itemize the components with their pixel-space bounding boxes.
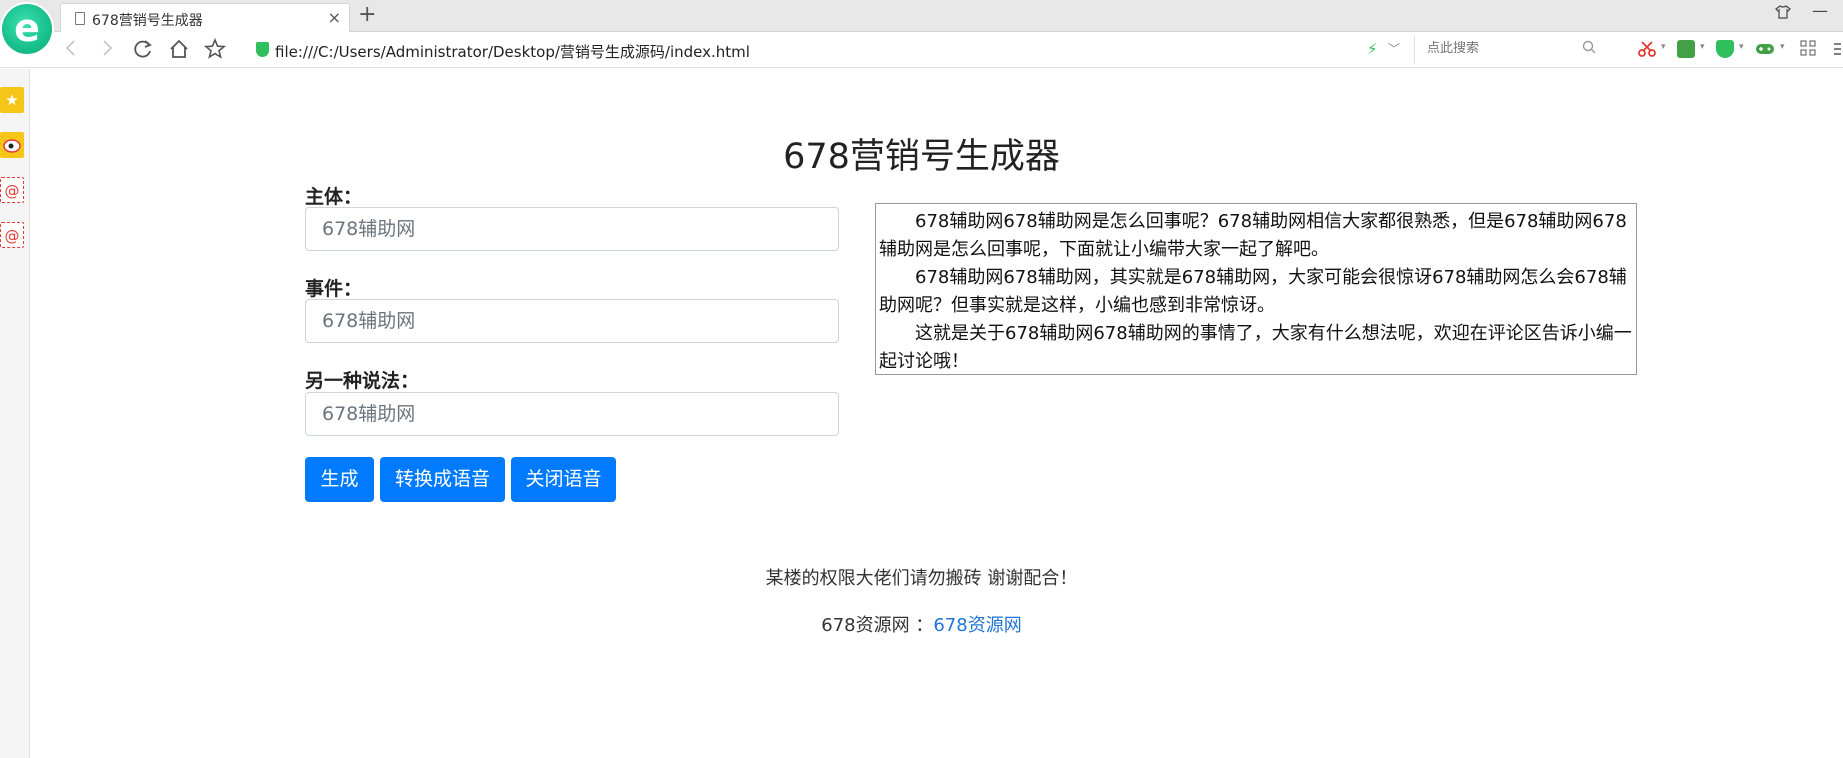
- refresh-icon[interactable]: [132, 38, 154, 64]
- alt-phrase-input[interactable]: [305, 392, 839, 436]
- search-icon[interactable]: [1582, 40, 1596, 58]
- translate-extension-icon[interactable]: [1677, 40, 1695, 58]
- generated-text-output: 678辅助网678辅助网是怎么回事呢？678辅助网相信大家都很熟悉，但是678辅…: [875, 203, 1637, 375]
- tab-title: 678营销号生成器: [92, 13, 203, 29]
- browser-tab-bar: 678营销号生成器 × + —: [0, 0, 1843, 32]
- mail-icon[interactable]: @: [0, 177, 24, 203]
- convert-to-speech-button[interactable]: 转换成语音: [380, 457, 505, 502]
- shield-extension-icon[interactable]: [1716, 40, 1734, 58]
- lightning-icon[interactable]: ⚡: [1367, 40, 1378, 58]
- sidebar-toggle-icon[interactable]: [1832, 40, 1843, 58]
- page-title: 678营销号生成器: [783, 137, 1060, 177]
- footer-site-label: 678资源网 ：: [821, 615, 934, 636]
- browser-search-box[interactable]: [1414, 36, 1604, 64]
- mail-icon[interactable]: @: [0, 222, 24, 248]
- url-field[interactable]: file:///C:/Users/Administrator/Desktop/营…: [275, 41, 750, 62]
- forward-icon[interactable]: [100, 38, 114, 62]
- alt-phrase-label: 另一种说法：: [305, 370, 420, 392]
- output-paragraph: 678辅助网678辅助网是怎么回事呢？678辅助网相信大家都很熟悉，但是678辅…: [879, 211, 1627, 260]
- browser-tab[interactable]: 678营销号生成器 ×: [60, 3, 350, 32]
- home-icon[interactable]: [168, 38, 190, 64]
- scissors-icon[interactable]: [1638, 40, 1656, 58]
- logo-e-icon: e: [14, 6, 40, 50]
- gamepad-icon[interactable]: [1755, 40, 1774, 58]
- favorite-star-icon[interactable]: [203, 37, 227, 64]
- output-paragraph: 678辅助网678辅助网，其实就是678辅助网，大家可能会很惊讶678辅助网怎么…: [879, 267, 1627, 316]
- footer-note: 某楼的权限大佬们请勿搬砖 谢谢配合！: [765, 568, 1078, 589]
- minimize-icon[interactable]: —: [1812, 1, 1828, 20]
- security-shield-icon[interactable]: [256, 42, 269, 57]
- footer-links: 678资源网 ：678资源网: [0, 611, 1843, 637]
- browser-logo: e: [2, 4, 52, 54]
- close-tab-icon[interactable]: ×: [328, 8, 341, 27]
- chevron-down-icon[interactable]: ▾: [1700, 42, 1705, 52]
- subject-input[interactable]: [305, 207, 839, 251]
- apps-grid-icon[interactable]: [1800, 40, 1818, 58]
- subject-label: 主体：: [305, 186, 363, 208]
- shirt-icon[interactable]: [1775, 4, 1791, 24]
- browser-search-input[interactable]: [1427, 41, 1577, 56]
- back-icon[interactable]: [64, 38, 78, 62]
- stop-speech-button[interactable]: 关闭语音: [511, 457, 616, 502]
- chevron-down-icon[interactable]: ▾: [1661, 42, 1666, 52]
- address-bar-row: file:///C:/Users/Administrator/Desktop/营…: [0, 32, 1843, 68]
- new-tab-button[interactable]: +: [358, 3, 376, 27]
- output-paragraph: 这就是关于678辅助网678辅助网的事情了，大家有什么想法呢，欢迎在评论区告诉小…: [879, 323, 1632, 372]
- chevron-down-icon[interactable]: ﹀: [1388, 40, 1400, 57]
- generate-button[interactable]: 生成: [305, 457, 374, 502]
- event-input[interactable]: [305, 299, 839, 343]
- event-label: 事件：: [305, 278, 363, 300]
- chevron-down-icon[interactable]: ▾: [1780, 42, 1785, 52]
- chevron-down-icon[interactable]: ▾: [1739, 42, 1744, 52]
- page-icon: [75, 12, 85, 25]
- footer-site-link[interactable]: 678资源网: [933, 615, 1021, 636]
- favorites-star-icon[interactable]: ★: [0, 87, 24, 113]
